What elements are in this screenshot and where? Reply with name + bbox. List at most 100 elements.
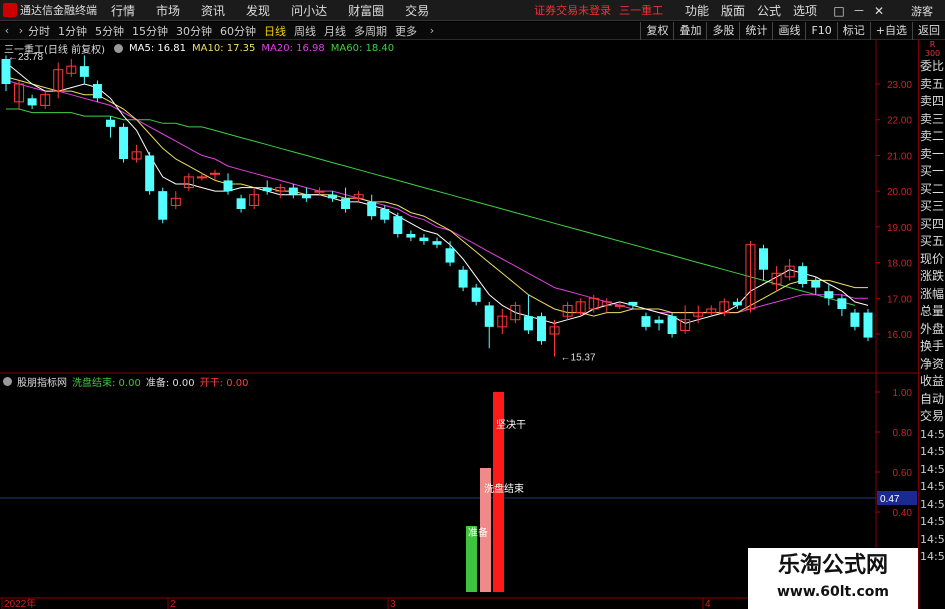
biaoji-button[interactable]: 标记 <box>836 22 870 40</box>
sidebar-buy1[interactable]: 买一 <box>919 163 945 181</box>
menu-gongshi[interactable]: 公式 <box>757 2 781 19</box>
candle-body <box>196 176 207 179</box>
period-more[interactable]: 更多 <box>395 23 417 39</box>
candle-body <box>523 316 533 331</box>
login-status[interactable]: 证券交易未登录 <box>534 2 611 18</box>
period-60min[interactable]: 60分钟 <box>220 23 256 39</box>
title-bar: 通达信金融终端 行情 市场 资讯 发现 问小达 财富圈 交易 证券交易未登录 三… <box>0 0 945 21</box>
menu-caifuquan[interactable]: 财富圈 <box>348 2 384 19</box>
ma60-line <box>6 108 856 306</box>
tick-time: 14:50 <box>920 445 945 458</box>
period-5min[interactable]: 5分钟 <box>95 23 124 39</box>
menu-gongneng[interactable]: 功能 <box>685 2 709 19</box>
sidebar-outer[interactable]: 外盘 <box>919 321 945 339</box>
period-multi[interactable]: 多周期 <box>354 23 387 39</box>
period-15min[interactable]: 15分钟 <box>132 23 168 39</box>
sidebar-buy4[interactable]: 买四 <box>919 216 945 234</box>
candle-body <box>811 280 821 288</box>
settings-gear-icon[interactable] <box>113 43 123 53</box>
add-watchlist-button[interactable]: +自选 <box>869 22 912 40</box>
tick-time: 14:50 <box>920 497 945 511</box>
candle-body <box>445 248 455 263</box>
indicator-grid: 0.200.400.600.801.000.47 <box>0 388 917 559</box>
period-1min[interactable]: 1分钟 <box>58 23 87 39</box>
candle-body <box>92 84 102 99</box>
sidebar-buy5[interactable]: 买五 <box>919 233 945 251</box>
candle-body <box>614 304 625 307</box>
period-daily[interactable]: 日线 <box>264 23 286 39</box>
sidebar-sell3[interactable]: 卖三 <box>919 111 945 129</box>
low-label: ←15.37 <box>561 352 596 363</box>
sidebar-buy2[interactable]: 买二 <box>919 181 945 199</box>
cursor-value: 0.47 <box>880 494 900 505</box>
f10-button[interactable]: F10 <box>805 22 836 40</box>
moving-average-lines <box>5 62 869 324</box>
guest-label[interactable]: 游客 <box>911 3 933 19</box>
menu-shichang[interactable]: 市场 <box>156 2 180 19</box>
candle-body <box>262 187 272 192</box>
more-arrow-icon[interactable]: › <box>425 24 439 37</box>
sidebar-turnover[interactable]: 换手 <box>919 338 945 356</box>
close-icon[interactable]: ✕ <box>869 4 889 18</box>
sidebar-change-pct[interactable]: 涨幅 <box>919 286 945 304</box>
period-fenshi[interactable]: 分时 <box>28 23 50 39</box>
candle-body <box>105 119 115 127</box>
menu-faxian[interactable]: 发现 <box>246 2 270 19</box>
period-monthly[interactable]: 月线 <box>324 23 346 39</box>
tick-time: 14:50 <box>920 515 945 528</box>
ma5-label: MA5: 16.81 <box>128 42 186 54</box>
ma60-label: MA60: 18.40 <box>330 42 395 54</box>
sidebar-auto[interactable]: 自动 <box>919 391 945 409</box>
sidebar-buy3[interactable]: 买三 <box>919 198 945 216</box>
sidebar-sell2[interactable]: 卖二 <box>919 128 945 146</box>
huaxian-button[interactable]: 画线 <box>772 22 805 40</box>
x-tick-label: 4 <box>705 599 711 609</box>
menu-hangqing[interactable]: 行情 <box>111 2 135 19</box>
candle-body <box>341 198 351 210</box>
sidebar-change[interactable]: 涨跌 <box>919 268 945 286</box>
app-logo-icon <box>3 3 17 17</box>
menu-zixun[interactable]: 资讯 <box>201 2 225 19</box>
x-tick-label: 3 <box>390 599 396 609</box>
duogu-button[interactable]: 多股 <box>706 22 739 40</box>
sidebar-sell1[interactable]: 卖一 <box>919 146 945 164</box>
next-arrow-icon[interactable]: › <box>14 24 28 37</box>
sidebar-weibi[interactable]: 委比 <box>919 58 945 76</box>
minimize-icon[interactable]: － <box>849 2 869 19</box>
indicator-gear-icon[interactable] <box>3 376 12 386</box>
sidebar-netasset[interactable]: 净资 <box>919 356 945 374</box>
ind-tick-label: 0.60 <box>893 468 913 479</box>
menu-wenxiaoda[interactable]: 问小达 <box>291 2 327 19</box>
sidebar-trade[interactable]: 交易 <box>919 408 945 426</box>
y-tick-label: 21.00 <box>887 151 912 162</box>
chart-area[interactable]: 16.0017.0018.0019.0020.0021.0022.0023.00… <box>0 40 918 609</box>
candle-body <box>654 319 664 324</box>
right-menu: 功能 版面 公式 选项 □ － ✕ 游客 <box>685 0 945 21</box>
sidebar-sell5[interactable]: 卖五 <box>919 76 945 94</box>
candle-body <box>863 312 873 338</box>
sidebar-volume[interactable]: 总量 <box>919 303 945 321</box>
toolbar-right: 复权 叠加 多股 统计 画线 F10 标记 +自选 返回 <box>640 22 945 40</box>
sidebar-price[interactable]: 现价 <box>919 251 945 269</box>
y-tick-label: 22.00 <box>887 116 912 127</box>
candle-body <box>393 216 403 235</box>
prev-arrow-icon[interactable]: ‹ <box>0 24 14 37</box>
period-weekly[interactable]: 周线 <box>294 23 316 39</box>
period-30min[interactable]: 30分钟 <box>176 23 212 39</box>
sidebar-sell4[interactable]: 卖四 <box>919 93 945 111</box>
candle-body <box>536 316 546 342</box>
indicator-legend: 股朋指标网 洗盘结束: 0.00 准备: 0.00 开干: 0.00 <box>0 374 253 389</box>
tongji-button[interactable]: 统计 <box>739 22 772 40</box>
candle-body <box>837 298 847 310</box>
diejia-button[interactable]: 叠加 <box>673 22 706 40</box>
candle-body <box>824 291 834 299</box>
main-chart-grid: 16.0017.0018.0019.0020.0021.0022.0023.00 <box>0 40 918 609</box>
sidebar-income[interactable]: 收益 <box>919 373 945 391</box>
fuquan-button[interactable]: 复权 <box>640 22 673 40</box>
menu-xuanxiang[interactable]: 选项 <box>793 2 817 19</box>
ma20-label: MA20: 16.98 <box>261 42 325 54</box>
menu-jiaoyi[interactable]: 交易 <box>405 2 429 19</box>
menu-banmian[interactable]: 版面 <box>721 2 745 19</box>
maximize-icon[interactable]: □ <box>829 4 849 18</box>
back-button[interactable]: 返回 <box>912 22 945 40</box>
